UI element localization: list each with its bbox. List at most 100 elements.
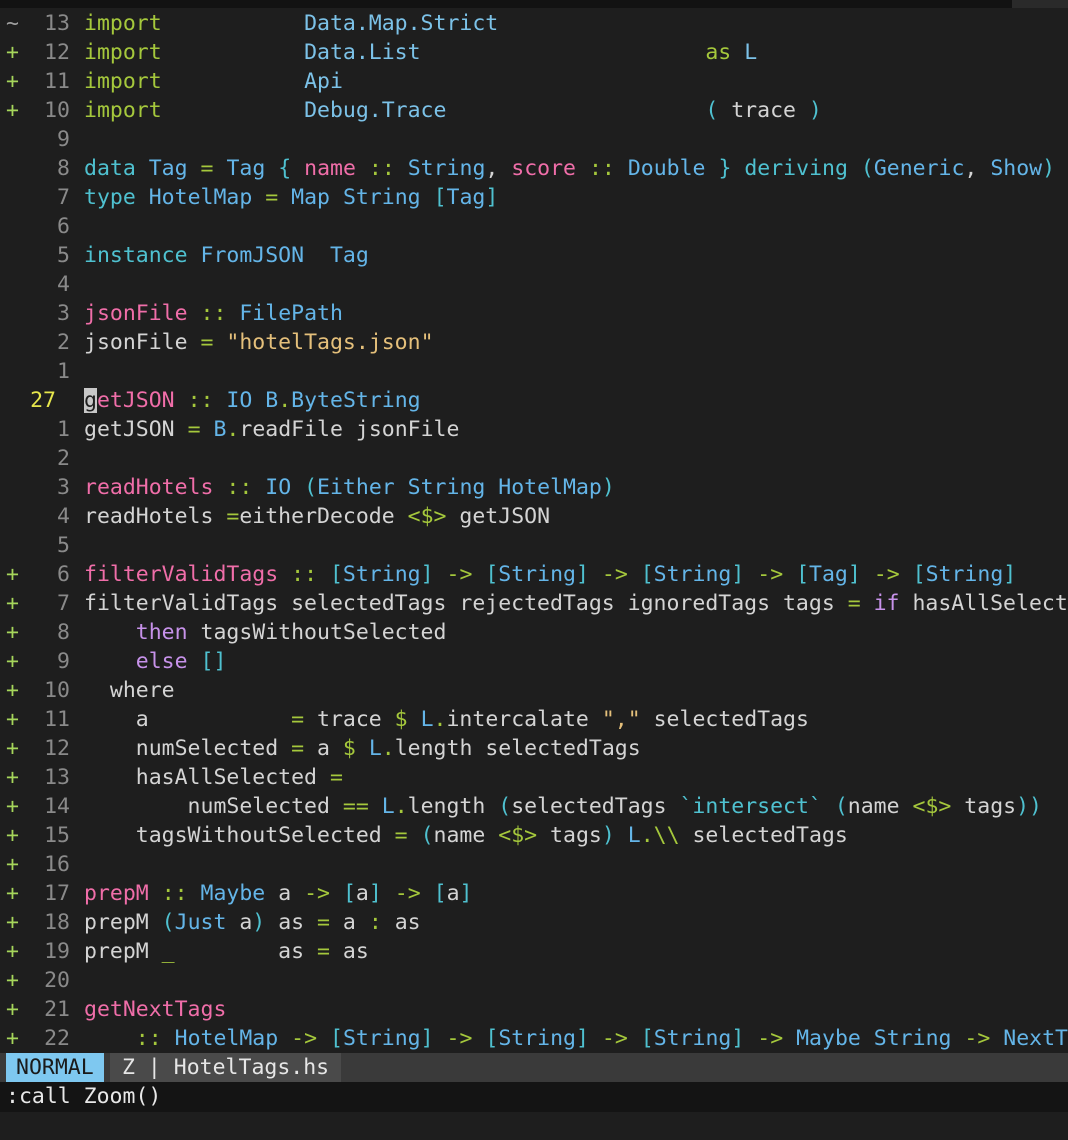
code-text: readHotels =eitherDecode <$> getJSON — [84, 504, 551, 529]
code-line[interactable]: +11 import Api — [0, 67, 1068, 96]
code-line[interactable]: 6 — [0, 212, 1068, 241]
line-number: 19 — [44, 939, 70, 964]
code-line[interactable]: +7 filterValidTags selectedTags rejectedT… — [0, 589, 1068, 618]
window-top-bar — [0, 0, 1068, 8]
git-sign: + — [6, 591, 19, 616]
code-line[interactable]: 5 — [0, 531, 1068, 560]
code-line[interactable]: +15 tagsWithoutSelected = (name <$> tags… — [0, 821, 1068, 850]
line-number: 1 — [57, 417, 70, 442]
git-sign: ~ — [6, 11, 19, 36]
code-line[interactable]: +11 a = trace $ L.intercalate "," select… — [0, 705, 1068, 734]
code-line[interactable]: +8 then tagsWithoutSelected — [0, 618, 1068, 647]
code-text: numSelected = a $ L.length selectedTags — [84, 736, 641, 761]
command-line[interactable]: :call Zoom() — [0, 1082, 1068, 1112]
line-number: 3 — [57, 301, 70, 326]
git-sign: + — [6, 794, 19, 819]
code-line[interactable]: +12 numSelected = a $ L.length selectedT… — [0, 734, 1068, 763]
code-line[interactable]: +9 else [] — [0, 647, 1068, 676]
code-line[interactable]: 9 — [0, 125, 1068, 154]
line-number: 12 — [44, 40, 70, 65]
code-text: jsonFile = "hotelTags.json" — [84, 330, 434, 355]
code-line[interactable]: +19 prepM _ as = as — [0, 937, 1068, 966]
line-number: 7 — [57, 591, 70, 616]
line-number: 3 — [57, 475, 70, 500]
line-number: 11 — [44, 69, 70, 94]
line-number: 7 — [57, 185, 70, 210]
code-text: readHotels :: IO (Either String HotelMap… — [84, 475, 615, 500]
code-line[interactable]: +22 :: HotelMap -> [String] -> [String] … — [0, 1024, 1068, 1052]
code-line[interactable]: +12 import Data.List as L — [0, 38, 1068, 67]
code-text: :: HotelMap -> [String] -> [String] -> [… — [135, 1026, 1068, 1051]
code-line[interactable]: 2 — [0, 444, 1068, 473]
code-text: numSelected == L.length (selectedTags `i… — [84, 794, 1042, 819]
code-text: hasAllSelected = — [84, 765, 343, 790]
line-number: 27 — [30, 388, 56, 413]
code-editor[interactable]: ~13 import Data.Map.Strict +12 import Data.… — [0, 9, 1068, 1052]
code-line[interactable]: 5 instance FromJSON Tag — [0, 241, 1068, 270]
code-text: tagsWithoutSelected = (name <$> tags) L.… — [84, 823, 848, 848]
code-line[interactable]: 3 jsonFile :: FilePath — [0, 299, 1068, 328]
git-sign: + — [6, 939, 19, 964]
code-line[interactable]: ~13 import Data.Map.Strict — [0, 9, 1068, 38]
code-line[interactable]: +6 filterValidTags :: [String] -> [String… — [0, 560, 1068, 589]
code-line[interactable]: 3 readHotels :: IO (Either String HotelMa… — [0, 473, 1068, 502]
line-number: 2 — [57, 330, 70, 355]
line-number: 8 — [57, 620, 70, 645]
git-sign: + — [6, 1026, 19, 1051]
line-number: 6 — [57, 562, 70, 587]
code-line[interactable]: 8 data Tag = Tag { name :: String, score … — [0, 154, 1068, 183]
code-line[interactable]: 1 getJSON = B.readFile jsonFile — [0, 415, 1068, 444]
file-info: Z | HotelTags.hs — [110, 1053, 342, 1082]
line-number: 4 — [57, 272, 70, 297]
git-sign: + — [6, 678, 19, 703]
code-line[interactable]: +16 — [0, 850, 1068, 879]
line-number: 16 — [44, 852, 70, 877]
code-text: data Tag = Tag { name :: String, score :… — [84, 156, 1056, 181]
code-text: instance FromJSON Tag — [84, 243, 369, 268]
code-line[interactable]: +17 prepM :: Maybe a -> [a] -> [a] — [0, 879, 1068, 908]
line-number: 4 — [57, 504, 70, 529]
line-number: 13 — [44, 11, 70, 36]
code-line[interactable]: +20 — [0, 966, 1068, 995]
status-line: NORMAL Z | HotelTags.hs — [0, 1053, 1068, 1082]
code-text: jsonFile :: FilePath — [84, 301, 343, 326]
code-line[interactable]: 7 type HotelMap = Map String [Tag] — [0, 183, 1068, 212]
line-number: 8 — [57, 156, 70, 181]
code-text: import Data.Map.Strict — [84, 11, 499, 36]
code-text: type HotelMap = Map String [Tag] — [84, 185, 499, 210]
code-text: prepM (Just a) as = a : as — [84, 910, 421, 935]
line-number: 22 — [44, 1026, 70, 1051]
code-text: where — [84, 678, 175, 703]
code-line[interactable]: 2 jsonFile = "hotelTags.json" — [0, 328, 1068, 357]
code-line[interactable]: +21 getNextTags — [0, 995, 1068, 1024]
line-number: 6 — [57, 214, 70, 239]
git-sign: + — [6, 707, 19, 732]
code-line[interactable]: +14 numSelected == L.length (selectedTag… — [0, 792, 1068, 821]
code-line[interactable]: +18 prepM (Just a) as = a : as — [0, 908, 1068, 937]
line-number: 17 — [44, 881, 70, 906]
git-sign: + — [6, 997, 19, 1022]
code-line[interactable]: 27 getJSON :: IO B.ByteString — [0, 386, 1068, 415]
line-number: 18 — [44, 910, 70, 935]
code-line[interactable]: 1 — [0, 357, 1068, 386]
git-sign: + — [6, 881, 19, 906]
code-line[interactable]: 4 readHotels =eitherDecode <$> getJSON — [0, 502, 1068, 531]
code-text: import Data.List as L — [84, 40, 758, 65]
code-line[interactable]: +10 import Debug.Trace ( trace ) — [0, 96, 1068, 125]
window-top-bar-right — [1012, 0, 1068, 8]
code-line[interactable]: +13 hasAllSelected = — [0, 763, 1068, 792]
code-line[interactable]: +10 where — [0, 676, 1068, 705]
git-sign: + — [6, 69, 19, 94]
code-text: prepM :: Maybe a -> [a] -> [a] — [84, 881, 473, 906]
code-text: getJSON = B.readFile jsonFile — [84, 417, 460, 442]
code-text: getNextTags — [84, 997, 227, 1022]
git-sign: + — [6, 765, 19, 790]
git-sign: + — [6, 40, 19, 65]
line-number: 10 — [44, 98, 70, 123]
code-text: prepM _ as = as — [84, 939, 369, 964]
code-line[interactable]: 4 — [0, 270, 1068, 299]
line-number: 9 — [57, 127, 70, 152]
git-sign: + — [6, 852, 19, 877]
line-number: 2 — [57, 446, 70, 471]
line-number: 15 — [44, 823, 70, 848]
